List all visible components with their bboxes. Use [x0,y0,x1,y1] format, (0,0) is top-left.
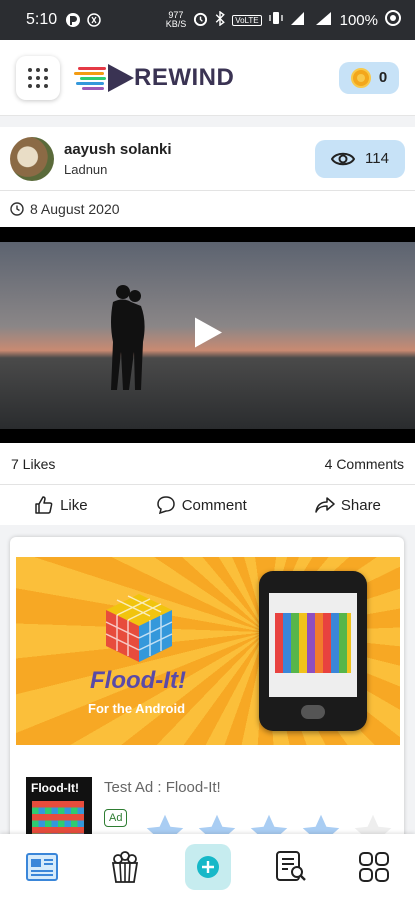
vibrate-icon [268,11,283,29]
eye-icon [331,152,356,165]
view-count-badge: 114 [315,139,405,178]
user-info: aayush solanki Ladnun [64,141,172,177]
phone-game-grid [275,613,351,673]
clock-icon [10,202,24,216]
post-header: aayush solanki Ladnun 114 [0,127,415,191]
user-name[interactable]: aayush solanki [64,141,172,158]
menu-button[interactable] [16,55,60,100]
coin-count: 0 [378,69,388,86]
share-icon [315,497,335,513]
thumbs-up-icon [35,496,53,514]
sync-icon [385,10,401,30]
nav-add-button[interactable] [184,844,231,890]
ad-banner-title: Flood-It! [90,667,186,694]
like-button[interactable]: Like [34,495,88,515]
bluetooth-icon [215,10,226,30]
phone-button-graphic [301,705,325,719]
phone-graphic [259,571,367,731]
engagement-counts: 7 Likes 4 Comments [0,443,415,485]
view-count: 114 [365,150,389,167]
comments-count[interactable]: 4 Comments [325,456,404,472]
post-card: aayush solanki Ladnun 114 8 August 2020 [0,127,415,525]
comment-button[interactable]: Comment [156,495,247,515]
ad-thumb-title: Flood-It! [31,781,79,795]
logo-text: REWIND [134,63,235,91]
grid-dots-icon [28,67,48,88]
post-date-row: 8 August 2020 [0,191,415,227]
nav-search-list-button[interactable] [268,844,314,890]
user-location: Ladnun [64,161,108,177]
alarm-icon [193,11,208,30]
coin-balance[interactable]: 0 [339,61,399,94]
comment-icon [156,496,175,515]
post-actions: Like Comment Share [0,485,415,525]
status-bar: 5:10 977 KB/S VoLTE 100% [0,0,415,40]
ad-name[interactable]: Test Ad : Flood-It! [104,779,221,796]
ad-banner-image[interactable]: Flood-It! For the Android [16,557,400,745]
ad-section: Flood-It! For the Android Flood-It! Test… [0,529,415,857]
play-icon [194,317,222,348]
couple-silhouette [111,285,145,390]
popcorn-icon [111,851,138,883]
volte-badge: VoLTE [232,14,262,26]
notification-icon [87,13,101,27]
comment-label: Comment [181,496,247,514]
newspaper-icon [25,853,58,881]
battery-level: 100% [339,11,378,29]
share-button[interactable]: Share [315,495,381,515]
apps-grid-icon [358,852,389,882]
likes-count[interactable]: 7 Likes [11,456,55,472]
document-search-icon [275,851,306,881]
cube-graphic [105,594,173,662]
rewind-logo-icon [74,63,134,92]
phone-screen [269,593,357,697]
network-speed: 977 KB/S [165,10,187,29]
bottom-nav [0,834,415,900]
coin-icon [350,67,371,88]
signal-icon-2 [315,11,333,30]
ad-banner-subtitle: For the Android [88,701,186,716]
video-player[interactable] [0,227,415,443]
signal-icon [290,11,308,30]
nav-feed-button[interactable] [19,844,65,890]
nav-more-button[interactable] [351,844,397,890]
nav-popcorn-button[interactable] [102,844,148,890]
status-time: 5:10 [26,11,58,28]
app-logo: REWIND [74,61,234,95]
app-header: REWIND 0 [0,40,415,116]
post-date: 8 August 2020 [30,201,120,217]
play-button[interactable] [193,317,223,354]
share-label: Share [340,496,381,514]
avatar[interactable] [10,136,54,181]
ad-tag: Ad [104,809,128,827]
ad-card[interactable]: Flood-It! For the Android Flood-It! Test… [10,537,404,857]
plus-circle-icon [196,856,219,878]
like-label: Like [60,496,88,514]
app-notification-icon [65,12,81,28]
